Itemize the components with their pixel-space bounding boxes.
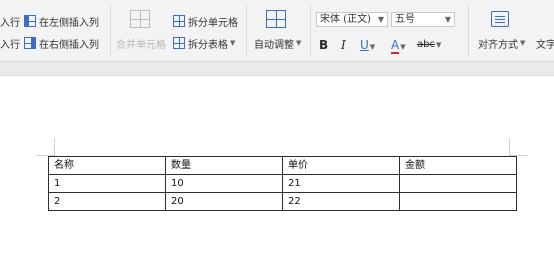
insert-row-above-button[interactable]: 入行 [0,13,20,29]
autofit-button[interactable]: 自动调整 ▼ [254,35,301,51]
table-cell[interactable]: 金额 [399,156,517,175]
table-cell[interactable] [399,174,517,193]
split-table-dropdown-icon: ▼ [230,39,236,47]
table-cell[interactable]: 22 [282,192,400,211]
bold-label: B [319,38,329,52]
align-button[interactable]: 对齐方式 ▼ [478,35,525,51]
font-name-select[interactable]: 宋体 (正文) ▼ [316,12,388,27]
align-dropdown-icon: ▼ [520,39,526,47]
insert-column-left-label: 在左侧插入列 [39,17,99,29]
merge-cells-label: 合并单元格 [116,39,166,51]
table-cell[interactable] [399,192,517,211]
split-table-label: 拆分表格 [188,39,228,51]
align-label: 对齐方式 [478,39,518,51]
table-row: 名称 数量 单价 金额 [48,156,517,175]
ribbon-separator [110,6,111,56]
table-cell[interactable]: 10 [165,174,283,193]
split-cells-button[interactable]: 拆分单元格 [173,13,238,29]
font-name-value: 宋体 (正文) [320,14,371,25]
merge-cells-icon [130,10,150,28]
underline-label: U [360,38,369,52]
insert-column-right-button[interactable]: 在右侧插入列 [24,35,99,51]
insert-row-below-button[interactable]: 入行 [0,35,20,51]
insert-column-left-icon [24,15,36,27]
highlight-dropdown-icon: ▼ [435,41,442,49]
font-color-label: A [391,38,400,54]
insert-column-left-button[interactable]: 在左侧插入列 [24,13,99,29]
italic-button[interactable]: I [341,38,346,52]
split-cells-label: 拆分单元格 [188,17,238,29]
autofit-label: 自动调整 [254,39,294,51]
underline-dropdown-icon: ▼ [369,43,376,51]
font-color-dropdown-icon: ▼ [400,43,406,51]
insert-row-below-label: 入行 [0,39,20,51]
highlight-label: abc [417,39,435,50]
text-direction-button[interactable]: 文字 [536,35,554,51]
font-size-select[interactable]: 五号 ▼ [391,12,455,27]
ribbon-separator [246,6,247,56]
font-name-dropdown-icon: ▼ [377,15,384,24]
insert-column-right-icon [24,37,36,49]
table-cell[interactable]: 21 [282,174,400,193]
align-icon [491,11,509,27]
insert-row-above-label: 入行 [0,17,20,29]
table-cell[interactable]: 单价 [282,156,400,175]
table-row: 1 10 21 [48,174,517,193]
page-corner-mark [509,138,510,156]
merge-cells-button[interactable]: 合并单元格 [116,35,166,51]
ribbon-separator [468,6,469,56]
font-color-button[interactable]: A▼ [391,38,406,54]
insert-column-right-label: 在右侧插入列 [39,39,99,51]
table-cell[interactable]: 2 [48,192,166,211]
font-size-value: 五号 [395,14,415,25]
highlight-button[interactable]: abc▼ [417,38,441,52]
ribbon-toolbar: 入行 入行 在左侧插入列 在右侧插入列 合并单元格 拆分单元格 拆分表格 ▼ 自… [0,0,554,62]
table-row: 2 20 22 [48,192,517,211]
table-cell[interactable]: 数量 [165,156,283,175]
bold-button[interactable]: B [319,38,328,52]
table-cell[interactable]: 20 [165,192,283,211]
split-table-button[interactable]: 拆分表格 ▼ [173,35,235,51]
split-table-icon [173,37,185,49]
text-direction-label: 文字 [536,39,554,51]
underline-button[interactable]: U▼ [360,38,375,52]
split-cells-icon [173,15,185,27]
table-cell[interactable]: 名称 [48,156,166,175]
ribbon-separator [310,6,311,56]
ribbon-bottom-bar [0,62,554,76]
autofit-icon [266,10,286,28]
table-cell[interactable]: 1 [48,174,166,193]
autofit-dropdown-icon: ▼ [296,39,302,47]
italic-label: I [341,38,346,52]
font-size-dropdown-icon: ▼ [444,15,451,24]
page-corner-mark [54,138,55,156]
document-table[interactable]: 名称 数量 单价 金额 1 10 21 2 20 22 [48,156,517,211]
